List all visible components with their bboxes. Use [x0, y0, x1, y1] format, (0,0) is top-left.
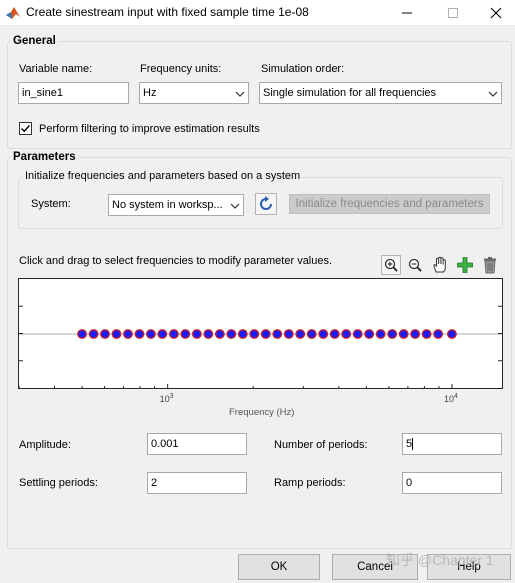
frequency-point[interactable]	[100, 329, 110, 339]
x-tick-label: 104	[444, 393, 458, 404]
tick-base: 10	[443, 394, 454, 404]
close-button[interactable]	[473, 0, 515, 26]
delete-icon	[484, 257, 496, 274]
frequency-plot-canvas[interactable]	[19, 279, 502, 388]
frequency-point[interactable]	[295, 329, 306, 339]
ramp-periods-label: Ramp periods:	[274, 477, 346, 489]
frequency-point[interactable]	[421, 329, 432, 339]
frequency-units-value: Hz	[143, 87, 157, 99]
number-of-periods-label: Number of periods:	[274, 439, 368, 451]
frequency-point[interactable]	[272, 329, 283, 339]
zoom-in-icon	[384, 258, 398, 272]
frequency-plot[interactable]	[18, 278, 503, 389]
frequency-point[interactable]	[203, 329, 214, 339]
plot-hint: Click and drag to select frequencies to …	[19, 255, 333, 267]
window-title: Create sinestream input with fixed sampl…	[26, 5, 309, 19]
amplitude-input[interactable]: 0.001	[147, 433, 247, 455]
maximize-icon	[448, 8, 458, 18]
frequency-point[interactable]	[226, 329, 237, 339]
frequency-point[interactable]	[352, 329, 363, 339]
number-of-periods-input[interactable]: 5	[402, 433, 502, 455]
pan-hand-icon	[433, 256, 446, 273]
frequency-point[interactable]	[249, 329, 260, 339]
frequency-point[interactable]	[180, 329, 191, 339]
chevron-down-icon	[235, 91, 245, 97]
initialize-button[interactable]: Initialize frequencies and parameters	[289, 194, 490, 214]
chevron-down-icon	[230, 203, 240, 209]
pan-button[interactable]	[430, 255, 450, 275]
variable-name-label: Variable name:	[19, 63, 93, 75]
frequency-point[interactable]	[283, 329, 294, 339]
system-select[interactable]: No system in worksp...	[108, 194, 244, 216]
initialize-group-title: Initialize frequencies and parameters ba…	[23, 170, 303, 182]
frequency-point[interactable]	[214, 329, 225, 339]
parameters-group-title: Parameters	[11, 151, 78, 163]
frequency-point[interactable]	[134, 329, 145, 339]
checkmark-icon	[21, 125, 31, 133]
settling-periods-label: Settling periods:	[19, 477, 98, 489]
text-cursor	[412, 438, 414, 451]
frequency-point[interactable]	[433, 329, 444, 339]
add-icon	[457, 257, 473, 273]
frequency-point[interactable]	[169, 329, 179, 339]
delete-button[interactable]	[480, 255, 500, 275]
frequency-point[interactable]	[123, 329, 133, 339]
zoom-in-button[interactable]	[381, 255, 401, 275]
tick-exponent: 4	[453, 393, 458, 400]
filtering-label: Perform filtering to improve estimation …	[39, 123, 260, 135]
variable-name-input[interactable]: in_sine1	[18, 82, 129, 104]
frequency-point[interactable]	[77, 329, 87, 339]
minimize-button[interactable]	[384, 0, 430, 26]
frequency-point[interactable]	[410, 329, 421, 339]
simulation-order-value: Single simulation for all frequencies	[263, 87, 437, 99]
zoom-out-icon	[408, 258, 422, 272]
frequency-point[interactable]	[237, 329, 248, 339]
frequency-point[interactable]	[375, 329, 386, 339]
frequency-point[interactable]	[318, 329, 329, 339]
x-axis-label: Frequency (Hz)	[229, 407, 295, 418]
frequency-point[interactable]	[329, 329, 340, 339]
frequency-point[interactable]	[157, 329, 168, 339]
amplitude-label: Amplitude:	[19, 439, 71, 451]
simulation-order-select[interactable]: Single simulation for all frequencies	[259, 82, 502, 104]
maximize-button[interactable]	[430, 0, 476, 26]
chevron-down-icon	[488, 91, 498, 97]
minimize-icon	[402, 12, 412, 14]
frequency-point[interactable]	[145, 329, 156, 339]
tick-exponent: 3	[169, 393, 174, 400]
ok-button[interactable]: OK	[238, 554, 320, 580]
frequency-point[interactable]	[111, 329, 122, 339]
general-group-title: General	[11, 35, 58, 47]
settling-periods-input[interactable]: 2	[147, 472, 247, 494]
x-tick-label: 103	[160, 393, 174, 404]
frequency-point[interactable]	[364, 329, 375, 339]
system-value: No system in worksp...	[112, 199, 223, 211]
frequency-point[interactable]	[447, 329, 457, 339]
refresh-button[interactable]	[255, 193, 277, 215]
frequency-point[interactable]	[306, 329, 317, 339]
title-bar: Create sinestream input with fixed sampl…	[0, 0, 515, 26]
frequency-point[interactable]	[398, 329, 409, 339]
frequency-units-label: Frequency units:	[140, 63, 222, 75]
zoom-out-button[interactable]	[405, 255, 425, 275]
matlab-logo-icon	[6, 7, 20, 19]
frequency-point[interactable]	[88, 329, 99, 339]
tick-base: 10	[159, 394, 170, 404]
system-label: System:	[31, 198, 71, 210]
frequency-point[interactable]	[387, 329, 398, 339]
ramp-periods-input[interactable]: 0	[402, 472, 502, 494]
frequency-units-select[interactable]: Hz	[139, 82, 249, 104]
frequency-point[interactable]	[191, 329, 202, 339]
simulation-order-label: Simulation order:	[261, 63, 345, 75]
frequency-point[interactable]	[260, 329, 271, 339]
add-button[interactable]	[455, 255, 475, 275]
refresh-icon	[260, 196, 272, 210]
filtering-checkbox[interactable]	[19, 122, 32, 135]
frequency-point[interactable]	[341, 329, 352, 339]
close-icon	[490, 7, 502, 19]
watermark: 知乎 @Chapter 1	[386, 552, 494, 568]
